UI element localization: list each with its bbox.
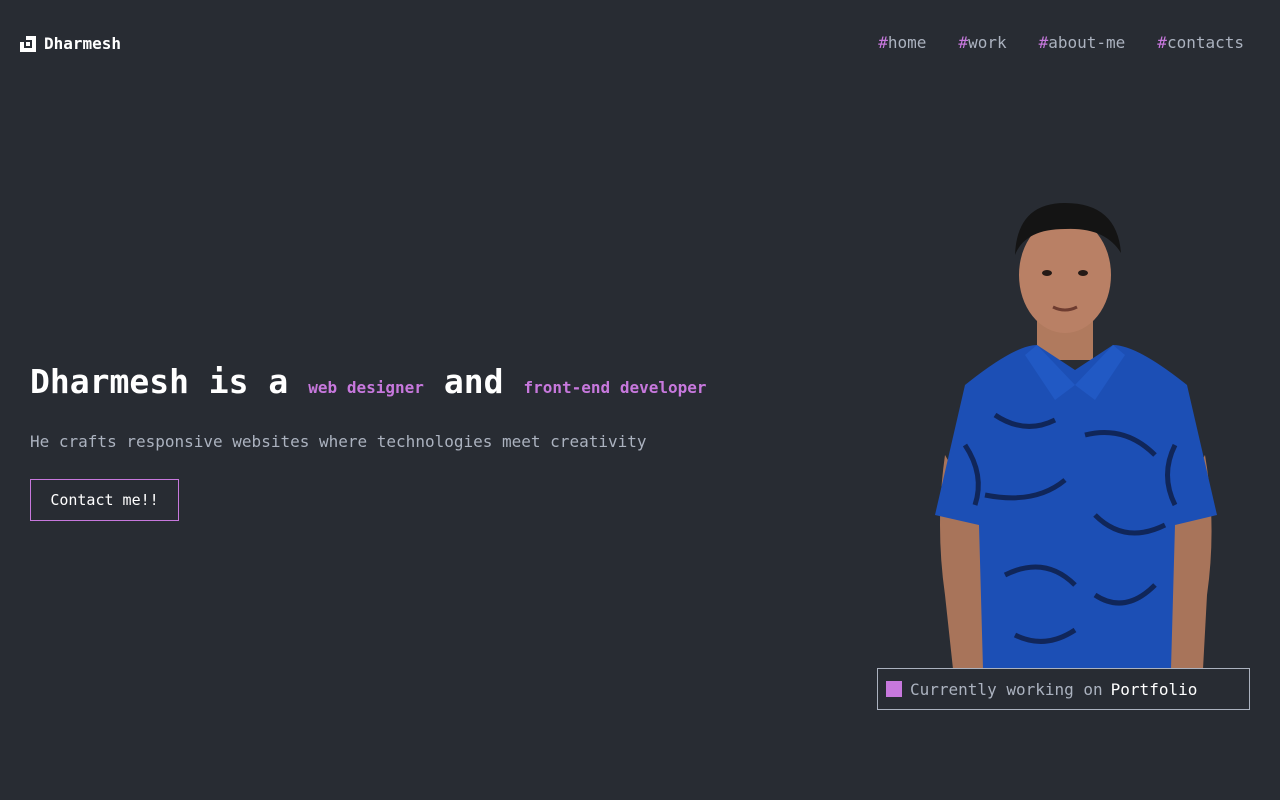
role-front-end-developer: front-end developer xyxy=(523,378,707,397)
nav-hash: # xyxy=(878,33,888,52)
nav-hash: # xyxy=(1157,33,1167,52)
nav-home-link[interactable]: #home xyxy=(878,33,926,52)
status-project: Portfolio xyxy=(1110,679,1198,699)
hero-headline: Dharmesh is a web designer and front-end… xyxy=(30,362,727,401)
status-prefix: Currently working on xyxy=(910,679,1103,699)
main-nav: #home #work #about-me #contacts xyxy=(878,33,1244,52)
nav-label: about-me xyxy=(1048,33,1126,52)
brand-logo[interactable]: Dharmesh xyxy=(20,34,121,53)
logo-icon xyxy=(20,35,36,52)
current-work-status: Currently working on Portfolio xyxy=(877,668,1250,710)
nav-about-me-link[interactable]: #about-me xyxy=(1039,33,1126,52)
nav-contacts-link[interactable]: #contacts xyxy=(1157,33,1244,52)
nav-hash: # xyxy=(958,33,969,52)
nav-hash: # xyxy=(1038,33,1049,52)
contact-me-button[interactable]: Contact me!! xyxy=(30,479,179,521)
nav-work-link[interactable]: #work xyxy=(958,33,1006,52)
hero-subtitle: He crafts responsive websites where tech… xyxy=(30,432,647,451)
nav-label: home xyxy=(887,33,927,52)
status-square-icon xyxy=(886,681,902,697)
headline-part1: Dharmesh is a xyxy=(30,362,289,401)
brand-name: Dharmesh xyxy=(44,34,122,53)
portrait-image xyxy=(935,203,1217,669)
nav-label: contacts xyxy=(1166,33,1244,52)
nav-label: work xyxy=(968,33,1007,52)
role-web-designer: web designer xyxy=(308,378,424,397)
headline-part2: and xyxy=(443,362,504,401)
page: Dharmesh #home #work #about-me #contacts… xyxy=(0,0,1280,800)
